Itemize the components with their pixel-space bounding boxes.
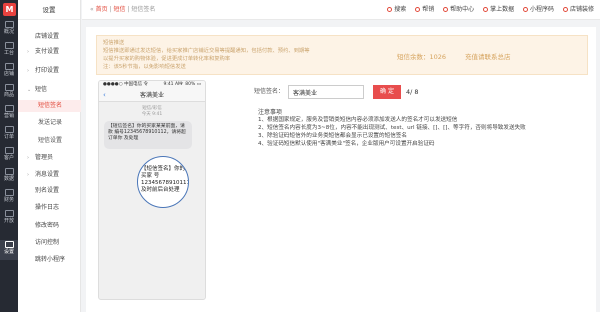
notice-title: 短信推送	[103, 40, 125, 46]
menu-item-access-control[interactable]: 访问控制	[18, 237, 81, 249]
settings-icon	[4, 241, 14, 248]
rail-item-data[interactable]: 数据	[0, 167, 18, 187]
mobile-data-tool[interactable]: 掌上数据	[483, 0, 514, 20]
signature-input[interactable]	[288, 85, 364, 99]
breadcrumb: « 首页 | 短信 | 短信签名	[90, 6, 156, 13]
back-icon: ‹	[103, 91, 106, 99]
signature-label: 短信签名：	[254, 88, 285, 95]
char-count: 4/ 8	[406, 88, 419, 96]
rule-item: 1、根据国家规定，服务及营销类短信内容必须添加发送人的签名才可以发送短信	[258, 117, 458, 123]
open-icon	[4, 210, 14, 217]
menu-item-admins[interactable]: › 管理员	[18, 152, 81, 164]
menu-item-send-records[interactable]: 发送记录	[18, 117, 81, 129]
magnifier-circle: 【短信签名】你的买家 号12345678910111 及时前后台处理	[137, 156, 189, 208]
notice-banner: 短信推送 短信推送即通过发达短信，给买家推广店铺近交易等提醒通知，包括付款、预约…	[96, 35, 588, 75]
orders-icon	[4, 126, 14, 133]
chevron-right-icon: ›	[27, 172, 29, 178]
phone-nav-bar: ‹ 客满美业	[99, 89, 205, 102]
finance-icon	[4, 189, 14, 196]
rail-item-open[interactable]: 开放	[0, 209, 18, 229]
help-center-tool[interactable]: 帮助中心	[443, 0, 474, 20]
goods-icon	[4, 84, 14, 91]
helper-tool[interactable]: 帮销	[415, 0, 434, 20]
rail-item-overview[interactable]: 概况	[0, 20, 18, 40]
collapse-nav-icon[interactable]: «	[90, 6, 94, 13]
phone-title: 客满美业	[139, 92, 164, 99]
chevron-down-icon: ⌄	[27, 87, 32, 93]
sms-bubble: 【短信签名】你的买家某某前面，请款 编号12345678910112，请将超订单…	[104, 121, 192, 149]
notice-text: 注：该5秒节指，以免影响短信发送	[103, 64, 186, 70]
recharge-link[interactable]: 充值请联系总店	[465, 51, 511, 61]
rules-title: 注意事项	[258, 109, 283, 116]
chevron-right-icon: ›	[27, 155, 29, 161]
menu-title: 设置	[18, 0, 80, 20]
rail-item-store[interactable]: 店铺	[0, 62, 18, 82]
miniprogram-code-tool[interactable]: 小程序码	[523, 0, 554, 20]
breadcrumb-home[interactable]: 首页	[96, 6, 108, 13]
rule-item: 4、验证码短信默认使用"客满美业"签名，企业版用户可设置开启验证码	[258, 141, 435, 147]
search-tool[interactable]: 搜索	[387, 0, 406, 20]
notice-text: 短信推送即通过发达短信，给买家推广店铺近交易等提醒通知，包括付款、预约、到期等	[103, 48, 310, 54]
menu-item-store-settings[interactable]: 店铺设置	[18, 31, 81, 43]
store-decoration-tool[interactable]: 店铺装修	[562, 0, 594, 20]
icon-rail: M 概况 工台 店铺 商品 营销 订单 客户 数据 财务 开放 设置	[0, 0, 18, 312]
sms-balance: 短信余数：1026	[397, 53, 447, 61]
top-tools: 搜索 帮销 帮助中心 掌上数据 小程序码 店铺装修	[380, 0, 594, 20]
chevron-right-icon: ›	[27, 68, 29, 74]
chat-icon	[415, 7, 421, 12]
phone-status-bar: ●●●●○ 中国电信 令 9:41 AM ✓ 80% ▭	[99, 81, 205, 89]
store-icon	[4, 63, 14, 70]
settings-menu: 设置 店铺设置 › 支付设置 › 打印设置 ⌄ 短信 短信签名 发送记录 短信设置 ›…	[18, 0, 81, 312]
phone-preview: ●●●●○ 中国电信 令 9:41 AM ✓ 80% ▭ ‹ 客满美业 短信/彩…	[98, 80, 206, 300]
confirm-button[interactable]: 确 定	[373, 85, 401, 99]
mobile-icon	[483, 7, 489, 12]
rule-item: 3、除验证码短信外的业务类短信都会显示已设置的短信签名	[258, 133, 407, 139]
breadcrumb-sms[interactable]: 短信	[113, 6, 125, 13]
notice-text: 以提升买家的购物体验，促进更成订单转化率和复购率	[103, 56, 231, 62]
overview-icon	[4, 21, 14, 28]
menu-item-sms[interactable]: ⌄ 短信	[18, 84, 81, 96]
search-icon	[387, 7, 393, 12]
rail-item-finance[interactable]: 财务	[0, 188, 18, 208]
rail-item-goods[interactable]: 商品	[0, 83, 18, 103]
rail-item-marketing[interactable]: 营销	[0, 104, 18, 124]
marketing-icon	[4, 105, 14, 112]
menu-item-alias-settings[interactable]: 别名设置	[18, 185, 81, 197]
breadcrumb-current: 短信签名	[131, 6, 156, 13]
menu-item-payment-settings[interactable]: › 支付设置	[18, 46, 81, 58]
help-icon	[443, 7, 449, 12]
rail-item-orders[interactable]: 订单	[0, 125, 18, 145]
workbench-icon	[4, 42, 14, 49]
top-bar: « 首页 | 短信 | 短信签名 搜索 帮销 帮助中心 掌上数据 小程序码 店铺…	[82, 0, 600, 20]
brand-logo: M	[3, 3, 16, 16]
menu-item-change-password[interactable]: 修改密码	[18, 220, 81, 232]
data-icon	[4, 168, 14, 175]
message-meta: 短信/彩信 今天 9:41	[141, 106, 163, 117]
rail-item-customers[interactable]: 客户	[0, 146, 18, 166]
menu-item-sms-settings[interactable]: 短信设置	[18, 135, 81, 147]
menu-item-jump-miniprogram[interactable]: 跳转小程序	[18, 254, 81, 266]
customers-icon	[4, 147, 14, 154]
miniprogram-icon	[523, 7, 529, 12]
rule-item: 2、短信签名内容长度为3~8位，内容不能出现测试、test、url 链接、[]、…	[258, 125, 526, 131]
menu-item-message-settings[interactable]: › 消息设置	[18, 169, 81, 181]
store-icon	[562, 7, 568, 12]
content-card: 短信推送 短信推送即通过发达短信，给买家推广店铺近交易等提醒通知，包括付款、预约…	[86, 27, 596, 312]
menu-item-print-settings[interactable]: › 打印设置	[18, 65, 81, 77]
chevron-right-icon: ›	[27, 49, 29, 55]
menu-item-operation-log[interactable]: 操作日志	[18, 202, 81, 214]
menu-item-sms-signature[interactable]: 短信签名	[18, 100, 81, 112]
rail-item-workbench[interactable]: 工台	[0, 41, 18, 61]
rail-item-settings[interactable]: 设置	[0, 240, 18, 260]
magnified-text: 【短信签名】你的买家 号12345678910111 及时前后台处理	[141, 166, 189, 193]
